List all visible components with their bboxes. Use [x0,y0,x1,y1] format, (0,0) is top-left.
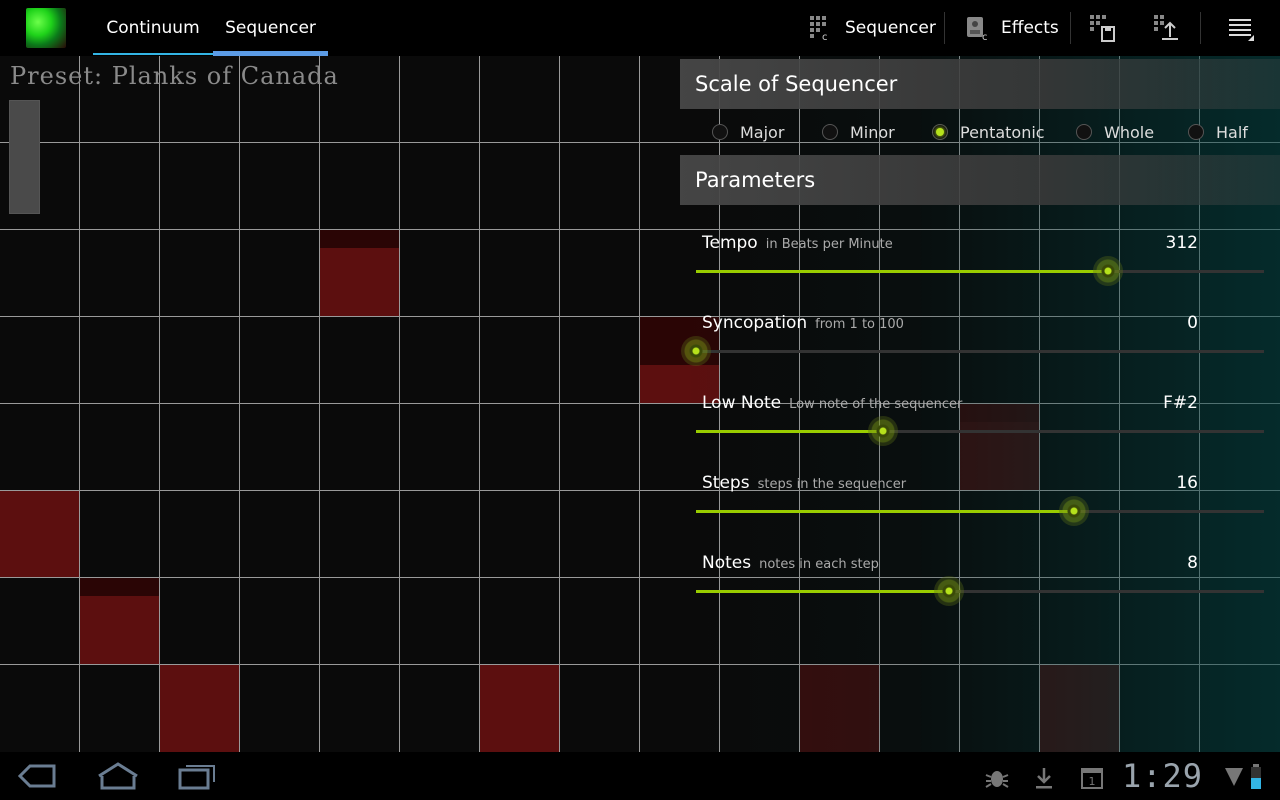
scale-option-major[interactable]: Major [712,120,784,144]
tempo-description: in Beats per Minute [765,237,893,252]
scale-option-half[interactable]: Half [1188,120,1248,144]
low-note-slider-fill [696,430,884,433]
debug-icon [985,771,1009,788]
syncopation-slider[interactable] [696,350,1264,353]
home-icon [98,762,138,790]
download-status[interactable] [1034,766,1054,794]
back-button[interactable] [17,760,58,796]
sequencer-action-button[interactable]: c Sequencer [808,0,936,56]
home-button[interactable] [96,760,140,796]
radio-button[interactable] [932,124,948,140]
scale-option-label: Pentatonic [960,122,1045,142]
scale-option-whole[interactable]: Whole [1076,120,1154,144]
radio-button[interactable] [1188,124,1204,140]
steps-description: steps in the sequencer [757,477,907,492]
action-divider [1070,12,1071,44]
notes-slider-fill [696,590,949,593]
tab-sequencer-label: Sequencer [225,18,316,38]
tempo-name: Tempo [702,233,758,253]
system-nav-bar: 1 1:29 [0,752,1280,800]
scale-option-minor[interactable]: Minor [822,120,895,144]
steps-label: Steps steps in the sequencer [702,473,906,493]
status-clock[interactable]: 1:29 [1122,757,1203,795]
battery-status[interactable] [1250,764,1262,794]
scale-option-label: Whole [1104,122,1155,142]
action-bar: Continuum Sequencer c Sequencer c Effect… [0,0,1280,57]
svg-text:c: c [982,32,988,42]
steps-name: Steps [702,473,750,493]
wifi-status[interactable] [1224,766,1244,792]
app-icon[interactable] [26,8,66,48]
scale-section-heading: Scale of Sequencer [680,59,1280,109]
effects-action-label: Effects [1001,18,1059,38]
action-divider [1200,12,1201,44]
load-preset-icon [1154,15,1178,40]
scale-option-label: Half [1216,122,1248,142]
steps-slider[interactable] [696,510,1264,513]
wifi-icon [1225,768,1243,786]
syncopation-slider-thumb[interactable] [681,336,711,366]
battery-icon [1251,764,1261,789]
calendar-day: 1 [1089,775,1096,788]
tempo-value: 312 [1165,233,1198,253]
radio-button[interactable] [712,124,728,140]
save-preset-button[interactable] [1088,0,1116,56]
calendar-status[interactable]: 1 [1080,766,1104,794]
syncopation-label: Syncopation from 1 to 100 [702,313,904,333]
low-note-label: Low Note Low note of the sequencer [702,393,962,413]
recent-apps-button[interactable] [176,760,220,796]
tempo-slider-thumb[interactable] [1092,256,1123,286]
low-note-name: Low Note [702,393,782,413]
notes-value: 8 [1187,553,1198,573]
tempo-slider[interactable] [696,270,1264,273]
notes-label: Notes notes in each step [702,553,879,573]
preset-level-slider[interactable] [9,100,40,214]
sequencer-icon: c [810,16,828,42]
notes-description: notes in each step [759,557,879,572]
steps-slider-thumb[interactable] [1058,496,1089,526]
tempo-label: Tempo in Beats per Minute [702,233,893,253]
back-icon [17,764,56,788]
download-icon [1036,768,1052,789]
svg-text:c: c [822,32,828,42]
tempo-slider-fill [696,270,1108,273]
sequencer-action-label: Sequencer [845,18,936,38]
save-preset-icon [1090,15,1115,42]
steps-slider-fill [696,510,1074,513]
effects-pedal-icon: c [967,17,988,42]
notes-slider[interactable] [696,590,1264,593]
low-note-slider[interactable] [696,430,1264,433]
recent-apps-icon [178,765,215,790]
overflow-menu-icon [1229,19,1254,41]
parameters-section-heading: Parameters [680,155,1280,205]
syncopation-value: 0 [1187,313,1198,333]
low-note-value: F#2 [1163,393,1198,413]
load-preset-button[interactable] [1152,0,1180,56]
debug-status[interactable] [984,766,1010,794]
overflow-menu-button[interactable] [1226,0,1256,56]
preset-label: Preset: Planks of Canada [10,62,339,90]
syncopation-description: from 1 to 100 [815,317,904,332]
tab-indicator [93,53,213,55]
scale-option-label: Minor [850,122,895,142]
radio-button[interactable] [822,124,838,140]
calendar-icon: 1 [1081,768,1103,789]
radio-button[interactable] [1076,124,1092,140]
notes-slider-thumb[interactable] [933,576,964,606]
tab-continuum-label: Continuum [106,18,200,38]
scale-option-pentatonic[interactable]: Pentatonic [932,120,1045,144]
tab-continuum[interactable]: Continuum [93,0,213,56]
tab-sequencer[interactable]: Sequencer [213,0,328,56]
notes-name: Notes [702,553,752,573]
action-divider [944,12,945,44]
low-note-description: Low note of the sequencer [789,397,963,412]
steps-value: 16 [1176,473,1198,493]
syncopation-name: Syncopation [702,313,808,333]
effects-action-button[interactable]: c Effects [964,0,1059,56]
scale-option-label: Major [740,122,785,142]
